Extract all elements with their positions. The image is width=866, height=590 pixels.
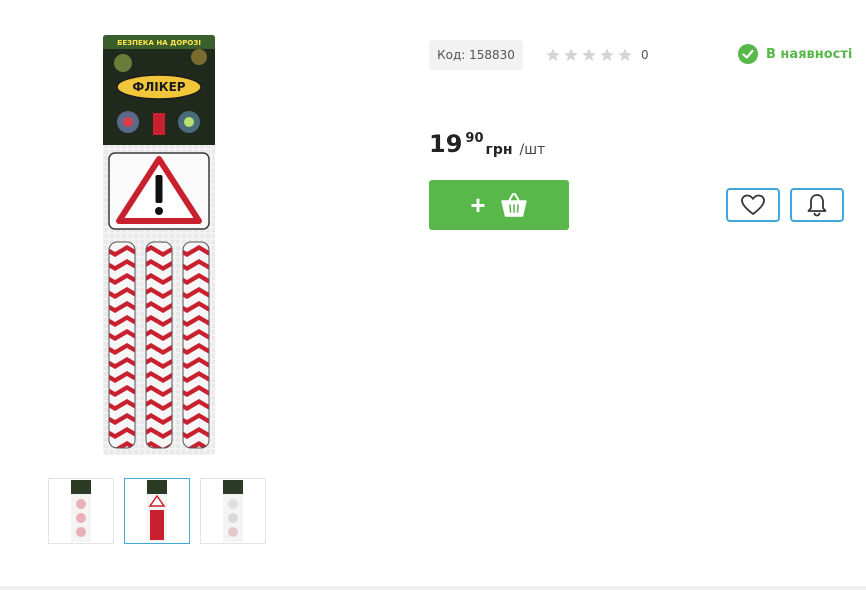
svg-text:БЕЗПЕКА НА ДОРОЗІ: БЕЗПЕКА НА ДОРОЗІ <box>117 39 201 47</box>
add-to-cart-button[interactable]: + <box>429 180 569 230</box>
price-integer: 19 <box>429 130 463 158</box>
price-decimal: 90 <box>465 131 484 146</box>
wishlist-button[interactable] <box>726 188 780 222</box>
star-icon[interactable] <box>581 47 597 63</box>
stock-label: В наявності <box>766 46 853 62</box>
thumbnail-3[interactable] <box>200 478 266 544</box>
price: 19 90 грн /шт <box>429 130 545 158</box>
bell-icon <box>807 194 827 217</box>
star-icon[interactable] <box>599 47 615 63</box>
star-icon[interactable] <box>545 47 561 63</box>
heart-icon <box>741 194 765 215</box>
thumbnail-2[interactable] <box>124 478 190 544</box>
star-icon[interactable] <box>617 47 633 63</box>
rating[interactable]: 0 <box>545 47 649 63</box>
svg-text:ФЛІКЕР: ФЛІКЕР <box>132 80 185 94</box>
thumbnail-1[interactable] <box>48 478 114 544</box>
price-unit: /шт <box>519 142 546 158</box>
star-icon[interactable] <box>563 47 579 63</box>
product-image[interactable]: БЕЗПЕКА НА ДОРОЗІ ФЛІКЕР <box>103 35 215 455</box>
plus-icon: + <box>470 190 486 220</box>
rating-count: 0 <box>641 48 649 62</box>
product-code: Код: 158830 <box>429 40 523 70</box>
basket-icon <box>500 193 527 217</box>
notify-button[interactable] <box>790 188 844 222</box>
check-circle-icon <box>738 44 758 64</box>
price-currency: грн <box>485 142 513 158</box>
stock-status: В наявності <box>738 44 852 64</box>
section-divider <box>0 586 866 590</box>
